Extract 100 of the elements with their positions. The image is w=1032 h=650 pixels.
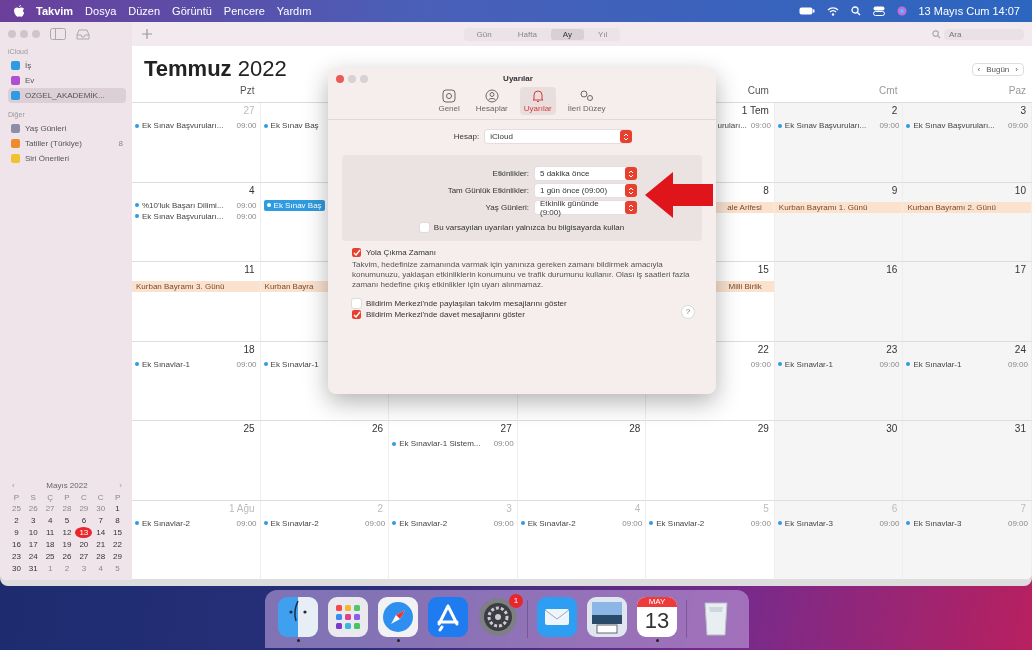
mini-calendar-day[interactable]: 6 (75, 515, 93, 526)
wifi-icon[interactable] (826, 6, 839, 16)
next-button[interactable]: › (1015, 64, 1018, 74)
mini-calendar-day[interactable]: 14 (92, 527, 110, 538)
alert-time-popup[interactable]: 5 dakika önce (535, 167, 635, 180)
envelope-icon[interactable] (537, 596, 577, 637)
alert-time-popup[interactable]: 1 gün önce (09:00) (535, 184, 635, 197)
event[interactable]: Ek Sınav Başvuruları... (135, 210, 224, 222)
all-day-event[interactable]: Kurban Bayramı 2. Günü (903, 201, 1031, 213)
day-cell[interactable]: 26 (260, 421, 390, 501)
mini-calendar-day[interactable]: 25 (41, 551, 59, 562)
menu-item[interactable]: Pencere (223, 5, 265, 17)
today-button[interactable]: Bugün (986, 64, 1010, 74)
view-tab[interactable]: Ay (550, 28, 585, 40)
event[interactable]: Ek Sınavlar-3 (777, 517, 833, 529)
day-cell[interactable]: 27 Ek Sınavlar-1 Sistem... 09:00 (389, 421, 518, 501)
account-popup[interactable]: iCloud (485, 130, 631, 143)
mini-calendar-day[interactable]: 16 (8, 539, 25, 550)
app-grid-icon[interactable] (328, 596, 368, 637)
event[interactable]: Ek Sınavlar-2 (263, 517, 319, 529)
search-icon[interactable] (850, 6, 861, 16)
menu-item[interactable]: Düzen (128, 5, 161, 17)
checkbox[interactable] (352, 248, 361, 257)
checkbox[interactable] (352, 310, 361, 319)
compass-icon[interactable] (378, 596, 418, 637)
mini-calendar-day[interactable]: 5 (58, 515, 76, 526)
mini-calendar-day[interactable]: 13 (75, 527, 93, 538)
zoom-dot[interactable] (360, 74, 368, 83)
control-center-icon[interactable] (872, 6, 885, 16)
mini-calendar-day[interactable]: 2 (8, 515, 25, 526)
preferences-tab[interactable]: İleri Düzey (563, 87, 610, 115)
mini-calendar-day[interactable]: 18 (41, 539, 59, 550)
app-store-icon[interactable] (428, 596, 468, 637)
day-cell[interactable]: 28 (517, 421, 647, 501)
day-cell[interactable]: 29 (646, 421, 775, 501)
calendar-checkbox[interactable] (11, 139, 20, 148)
day-cell[interactable]: 23 Ek Sınavlar-1 09:00 (774, 341, 904, 421)
calendar-list-item[interactable]: Siri Önerileri (8, 151, 126, 166)
event[interactable]: Ek Sınavlar-3 (906, 517, 962, 529)
day-cell[interactable]: 27 Ek Sınav Başvuruları... 09:00 (132, 103, 261, 183)
calendar-list-item[interactable]: Yaş Günleri (8, 121, 126, 136)
mini-calendar-day[interactable]: 9 (8, 527, 25, 538)
mini-calendar-day[interactable]: 11 (41, 527, 59, 538)
mini-calendar-day[interactable]: 3 (24, 515, 42, 526)
event[interactable]: Ek Sınavlar-1 (135, 358, 191, 370)
menu-item[interactable]: Görüntü (172, 5, 212, 17)
add-icon[interactable] (142, 29, 152, 39)
event[interactable]: Ek Sınavlar-2 (520, 517, 576, 529)
mini-calendar-day[interactable]: 15 (109, 527, 126, 538)
mini-calendar-day[interactable]: 21 (92, 539, 110, 550)
mini-calendar-day[interactable]: 31 (24, 563, 42, 574)
mini-calendar-day[interactable]: 26 (58, 551, 76, 562)
event[interactable]: %10'luk Başarı Dilimi... (135, 199, 224, 211)
day-cell[interactable]: 2 Ek Sınavlar-2 09:00 (260, 500, 390, 580)
siri-icon[interactable] (896, 6, 907, 16)
mini-calendar-day[interactable]: 20 (75, 539, 93, 550)
day-cell[interactable]: 18 Ek Sınavlar-1 09:00 (132, 341, 261, 421)
event[interactable]: Ek Sınavlar-1 (263, 358, 319, 370)
day-cell[interactable]: 30 (774, 421, 904, 501)
day-cell[interactable]: 9 Kurban Bayramı 1. Günü (774, 182, 904, 262)
calendar-list-item[interactable]: Tatiller (Türkiye) 8 (8, 136, 126, 151)
day-cell[interactable]: 17 (903, 262, 1032, 342)
calendar-checkbox[interactable] (11, 61, 20, 70)
preferences-tab[interactable]: Hesaplar (471, 87, 512, 115)
mini-calendar-day[interactable]: 8 (109, 515, 126, 526)
mini-calendar-day[interactable]: 4 (41, 515, 59, 526)
event[interactable]: Ek Sınavlar-1 (777, 358, 833, 370)
day-cell[interactable]: 3 Ek Sınav Başvuruları... 09:00 (903, 103, 1032, 183)
day-cell[interactable]: 3 Ek Sınavlar-2 09:00 (389, 500, 518, 580)
event[interactable]: uruları... (717, 120, 747, 131)
zoom-dot[interactable] (32, 30, 40, 38)
day-cell[interactable]: 25 (132, 421, 261, 501)
calendar-checkbox[interactable] (11, 76, 20, 85)
day-cell[interactable]: 4 %10'luk Başarı Dilimi... 09:00 Ek Sınav Başvuruları... 09:00 (132, 182, 261, 262)
calendar-checkbox[interactable] (11, 91, 20, 100)
mini-calendar-day[interactable]: 19 (58, 539, 76, 550)
gear-icon[interactable] (478, 596, 518, 637)
preferences-tab[interactable]: Genel (434, 87, 464, 115)
event[interactable]: Ek Sınav Başvuruları... (906, 120, 995, 131)
menu-item[interactable]: Dosya (85, 5, 117, 17)
calendar-list-item[interactable]: OZGEL_AKADEMİK... (8, 88, 126, 103)
checkbox[interactable] (419, 223, 429, 232)
day-cell[interactable]: 10 Kurban Bayramı 2. Günü (903, 182, 1032, 262)
event[interactable]: Ek Sınav Baş (263, 120, 319, 131)
all-day-event[interactable]: Kurban Bayramı 1. Günü (774, 201, 903, 213)
mini-calendar-day[interactable]: 30 (8, 563, 25, 574)
minimize-dot[interactable] (20, 30, 28, 38)
checkbox[interactable] (352, 299, 361, 308)
face-icon[interactable] (278, 596, 318, 637)
event[interactable]: Ek Sınavlar-2 (135, 517, 191, 529)
mini-calendar-day[interactable]: 10 (24, 527, 42, 538)
day-cell[interactable]: 16 (774, 262, 904, 342)
mini-calendar-day[interactable]: 27 (75, 551, 93, 562)
day-cell[interactable]: 4 Ek Sınavlar-2 09:00 (517, 500, 647, 580)
calendar-checkbox[interactable] (11, 154, 20, 163)
inbox-icon[interactable] (76, 28, 90, 40)
menu-item[interactable]: Takvim (36, 5, 74, 17)
close-dot[interactable] (8, 30, 16, 38)
help-button[interactable]: ? (682, 306, 694, 318)
mini-calendar-day[interactable]: 17 (24, 539, 42, 550)
